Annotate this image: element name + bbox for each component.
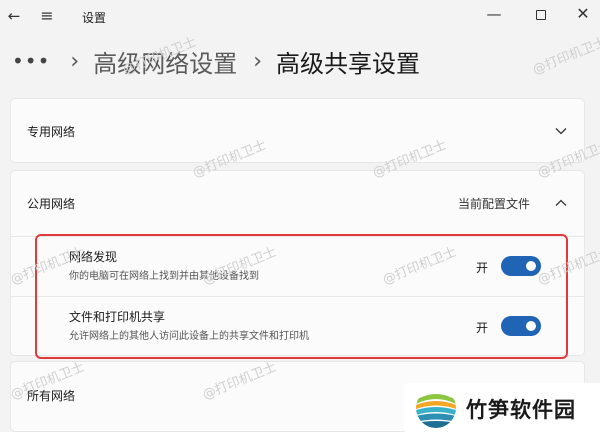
breadcrumb: ••• › 高级网络设置 › 高级共享设置 bbox=[12, 40, 420, 82]
toggle-state-label: 开 bbox=[476, 261, 489, 275]
title-bar: ← ≡ 设置 — ✕ bbox=[0, 0, 600, 34]
chevron-up-icon[interactable] bbox=[554, 196, 568, 210]
setting-description: 你的电脑可在网络上找到并由其他设备找到 bbox=[69, 271, 259, 282]
section-label-all: 所有网络 bbox=[27, 389, 76, 403]
setting-description: 允许网络上的其他人访问此设备上的共享文件和打印机 bbox=[69, 331, 309, 342]
site-logo: 竹笋软件园 bbox=[404, 383, 600, 432]
page-title: 高级共享设置 bbox=[276, 49, 421, 78]
toggle-knob bbox=[526, 261, 536, 271]
setting-title: 文件和打印机共享 bbox=[69, 310, 166, 324]
breadcrumb-item-advanced-network[interactable]: 高级网络设置 bbox=[93, 44, 237, 79]
public-network-section: 公用网络 当前配置文件 网络发现 你的电脑可在网络上找到并由其他设备找到 开 文… bbox=[10, 170, 585, 356]
bamboo-shoot-logo-icon bbox=[416, 388, 456, 428]
setting-title: 网络发现 bbox=[69, 250, 118, 264]
toggle-knob bbox=[526, 321, 536, 331]
section-label-private: 专用网络 bbox=[27, 125, 76, 139]
window-title: 设置 bbox=[82, 11, 107, 25]
hamburger-menu-icon[interactable]: ≡ bbox=[38, 7, 56, 25]
toggle-state-label: 开 bbox=[476, 321, 489, 335]
breadcrumb-separator-icon: › bbox=[70, 48, 80, 74]
network-discovery-toggle[interactable] bbox=[501, 256, 541, 276]
breadcrumb-separator-icon: › bbox=[253, 48, 263, 74]
maximize-icon[interactable] bbox=[531, 6, 551, 26]
file-printer-sharing-row: 文件和打印机共享 允许网络上的其他人访问此设备上的共享文件和打印机 开 bbox=[11, 296, 584, 356]
close-icon[interactable]: ✕ bbox=[573, 4, 593, 24]
back-arrow-icon[interactable]: ← bbox=[4, 6, 24, 26]
logo-text: 竹笋软件园 bbox=[466, 398, 576, 422]
current-profile-label: 当前配置文件 bbox=[458, 197, 531, 211]
minimize-icon[interactable]: — bbox=[484, 4, 504, 24]
private-network-section[interactable]: 专用网络 bbox=[10, 98, 585, 163]
watermark-text: @打印机卫士 bbox=[530, 34, 600, 78]
chevron-down-icon[interactable] bbox=[554, 124, 568, 138]
breadcrumb-more-button[interactable]: ••• bbox=[12, 49, 50, 73]
section-label-public: 公用网络 bbox=[27, 197, 76, 211]
file-printer-sharing-toggle[interactable] bbox=[501, 316, 541, 336]
network-discovery-row: 网络发现 你的电脑可在网络上找到并由其他设备找到 开 bbox=[11, 236, 584, 296]
